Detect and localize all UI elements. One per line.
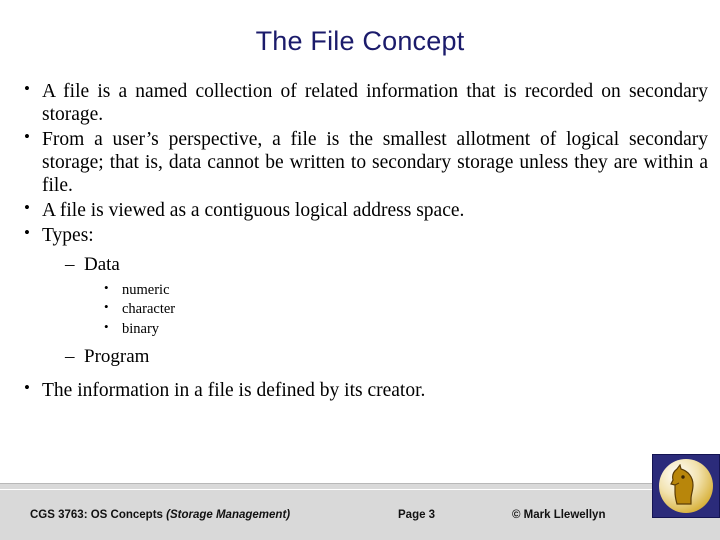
slide-body: • A file is a named collection of relate… (12, 79, 708, 404)
list-item-text: binary (122, 320, 160, 337)
list-item: • A file is viewed as a contiguous logic… (12, 198, 708, 222)
footer-page-number: Page 3 (398, 509, 436, 521)
list-item-text: character (122, 301, 176, 318)
list-item: • A file is a named collection of relate… (12, 79, 708, 126)
bullet-list-level2-program: – Program (12, 345, 708, 369)
footer-topic-label: (Storage Management) (166, 509, 291, 521)
dash-marker-icon: – (65, 346, 75, 368)
list-item: • From a user’s perspective, a file is t… (12, 127, 708, 197)
list-item: • Types: (12, 223, 708, 247)
list-item: – Data (12, 253, 708, 277)
list-item-text: Data (84, 254, 120, 275)
university-logo (652, 454, 720, 518)
bullet-marker-icon: • (24, 223, 30, 242)
list-item: • numeric (12, 279, 708, 301)
bullet-marker-icon: • (24, 378, 30, 398)
bullet-marker-icon: • (104, 318, 109, 334)
list-item-text: numeric (122, 281, 170, 298)
footer-course: CGS 3763: OS Concepts (Storage Managemen… (30, 509, 290, 521)
list-item-text: Program (84, 346, 150, 368)
list-item-text: A file is viewed as a contiguous logical… (42, 200, 465, 221)
bullet-list-level1-final: • The information in a file is defined b… (12, 378, 708, 402)
footer-band: CGS 3763: OS Concepts (Storage Managemen… (0, 483, 720, 540)
list-item-text: A file is a named collection of related … (42, 81, 708, 125)
bullet-marker-icon: • (24, 198, 30, 217)
list-item: • character (12, 299, 708, 320)
dash-marker-icon: – (65, 254, 75, 275)
list-item: • binary (12, 318, 708, 340)
list-item-text: The information in a file is defined by … (42, 380, 426, 402)
bullet-marker-icon: • (24, 127, 30, 146)
list-item: – Program (12, 345, 708, 369)
page-title: The File Concept (255, 26, 465, 56)
list-item: • The information in a file is defined b… (12, 378, 708, 402)
footer-divider (0, 489, 720, 490)
footer-copyright: © Mark Llewellyn (512, 509, 606, 521)
bullet-list-level2: – Data (12, 253, 708, 277)
list-item-text: From a user’s perspective, a file is the… (42, 129, 708, 196)
bullet-marker-icon: • (24, 79, 30, 98)
slide: The File Concept • A file is a named col… (0, 0, 720, 540)
bullet-list-level3: • numeric • character • binary (12, 279, 708, 340)
footer-course-label: CGS 3763: OS Concepts (30, 509, 163, 521)
bullet-marker-icon: • (104, 279, 109, 295)
bullet-list-level1: • A file is a named collection of relate… (12, 79, 708, 247)
knight-head-icon (670, 464, 694, 505)
bullet-marker-icon: • (104, 299, 109, 315)
list-item-text: Types: (42, 225, 94, 246)
